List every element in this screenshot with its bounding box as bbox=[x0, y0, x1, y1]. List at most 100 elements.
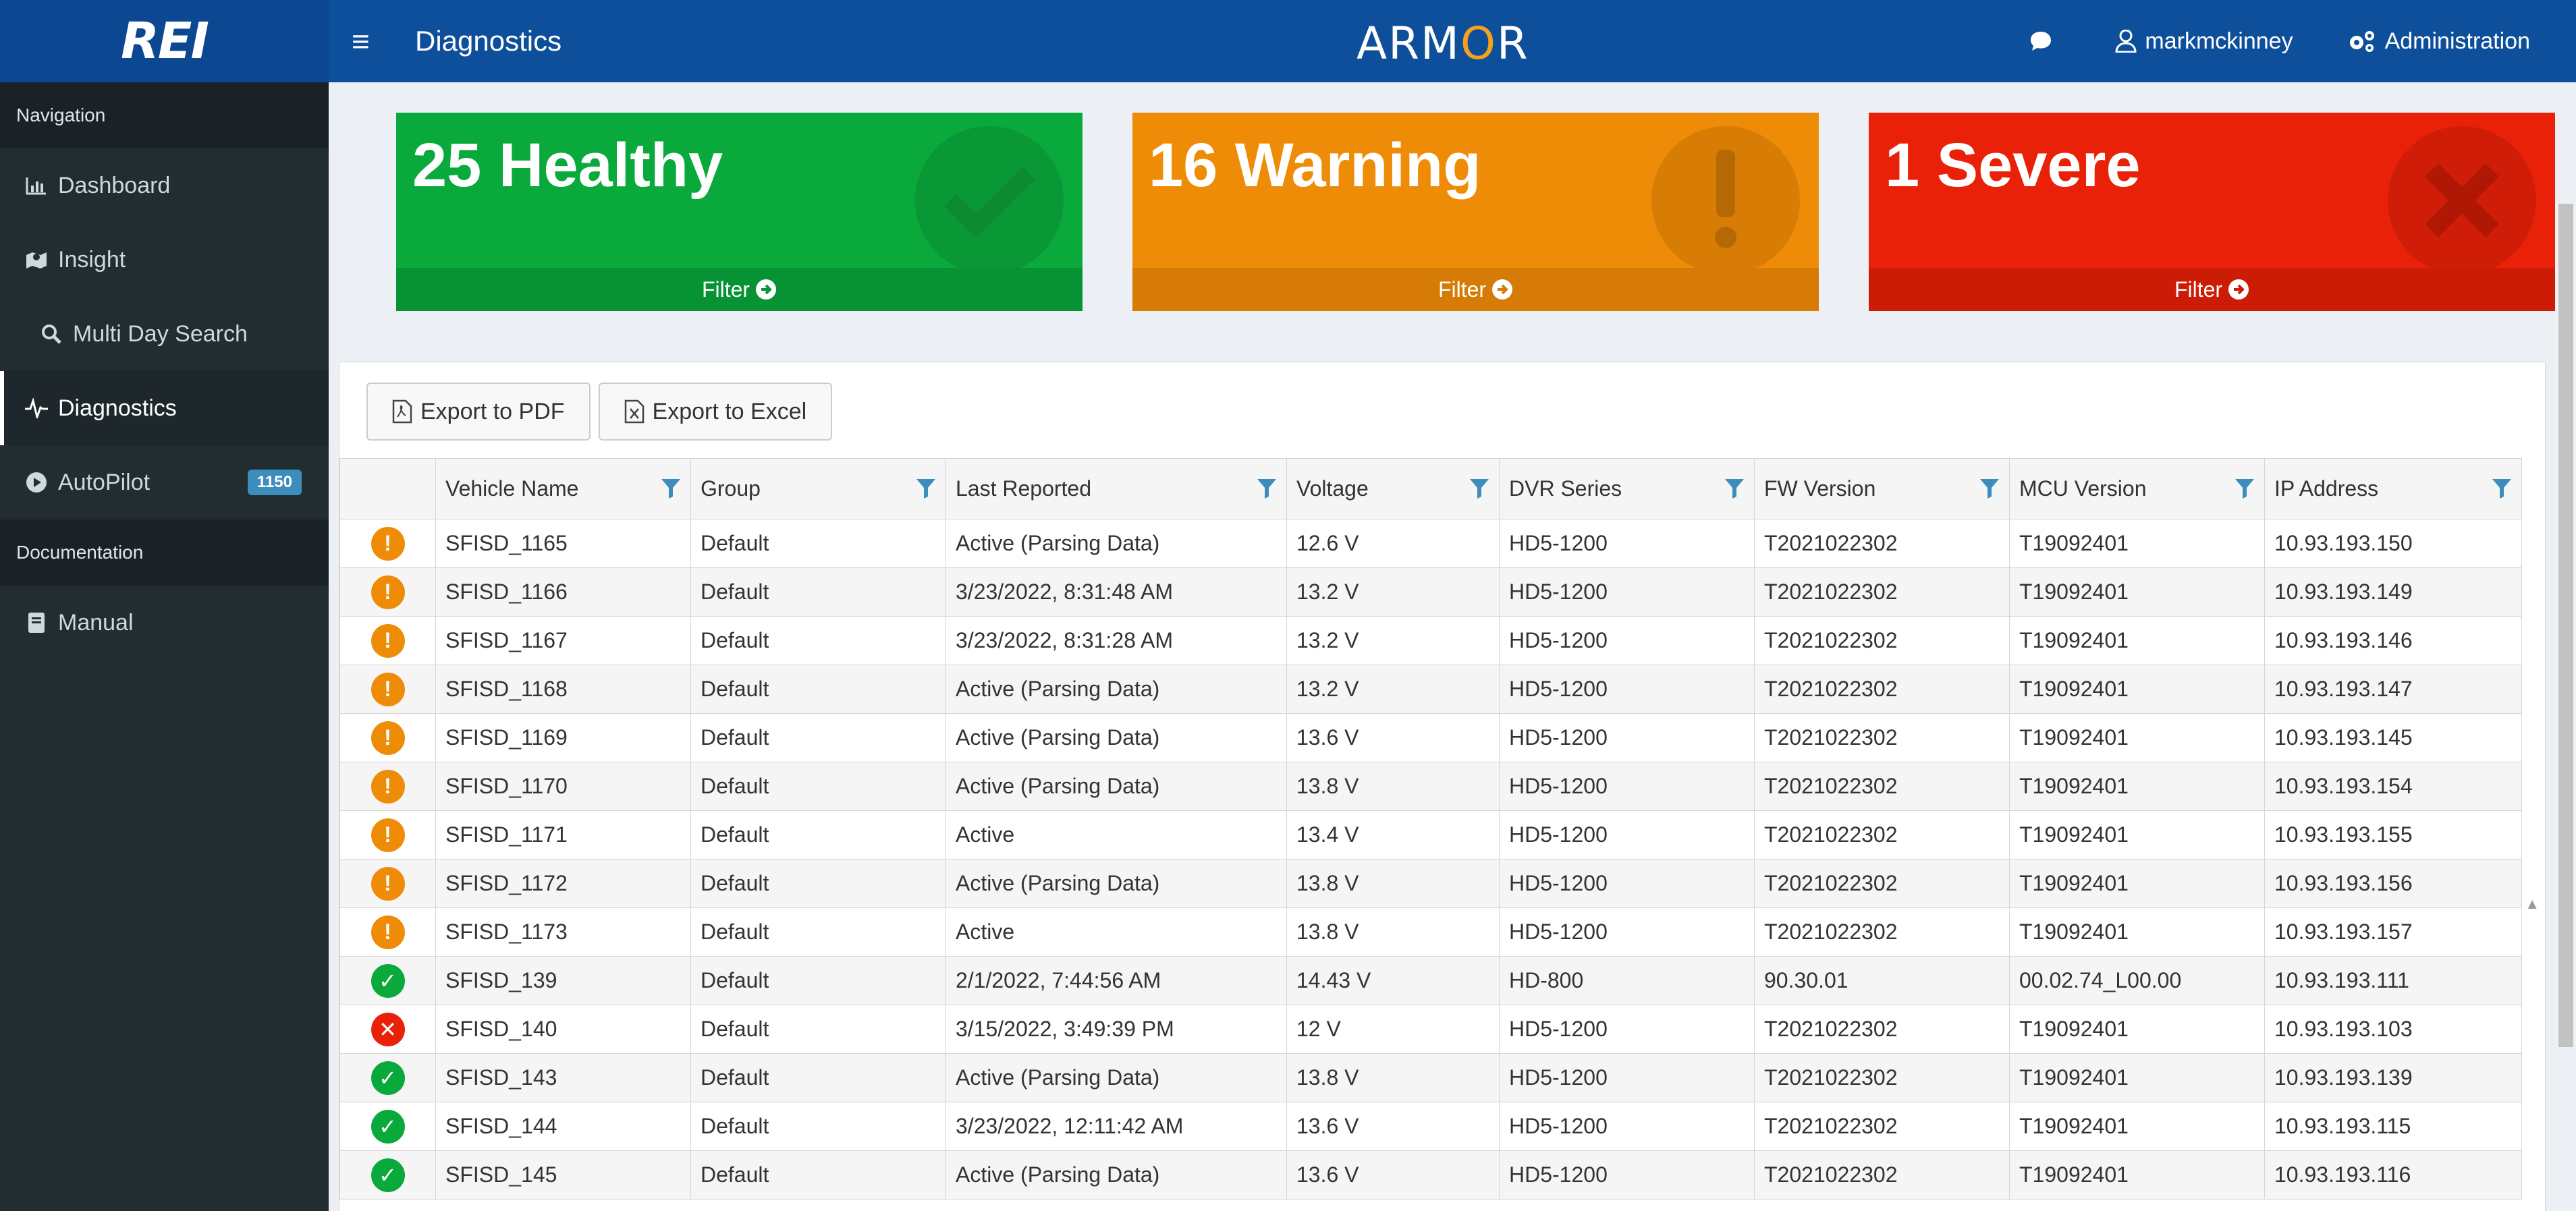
sidebar-item-diagnostics[interactable]: Diagnostics bbox=[0, 371, 329, 445]
table-row[interactable]: ! SFISD_1168 Default Active (Parsing Data) 1… bbox=[339, 665, 2522, 714]
cell-group: Default bbox=[690, 859, 946, 908]
cell-fw: T2021022302 bbox=[1754, 1005, 2010, 1054]
export-excel-label: Export to Excel bbox=[652, 398, 807, 424]
column-header-dvr-series[interactable]: DVR Series bbox=[1499, 458, 1755, 519]
table-row[interactable]: ✓ SFISD_139 Default 2/1/2022, 7:44:56 AM 14.… bbox=[339, 956, 2522, 1005]
funnel-icon[interactable] bbox=[2235, 478, 2255, 505]
sidebar-item-manual[interactable]: Manual bbox=[0, 586, 329, 660]
column-header-ip-address[interactable]: IP Address bbox=[2264, 458, 2522, 519]
cell-last: Active (Parsing Data) bbox=[946, 1150, 1287, 1200]
cell-ip: 10.93.193.145 bbox=[2264, 713, 2522, 762]
page-title: Diagnostics bbox=[415, 25, 562, 57]
sidebar-item-multi-day-search[interactable]: Multi Day Search bbox=[0, 297, 329, 371]
check-circle-icon: ✓ bbox=[371, 1061, 405, 1095]
funnel-icon[interactable] bbox=[1979, 478, 2000, 505]
funnel-icon[interactable] bbox=[916, 478, 936, 505]
cell-dvr: HD5-1200 bbox=[1499, 1005, 1755, 1054]
table-row[interactable]: ! SFISD_1167 Default 3/23/2022, 8:31:28 AM 1… bbox=[339, 616, 2522, 665]
status-cell: ! bbox=[339, 762, 436, 811]
cell-voltage: 13.2 V bbox=[1286, 616, 1500, 665]
export-pdf-button[interactable]: Export to PDF bbox=[366, 383, 591, 441]
cell-mcu: 00.02.74_L00.00 bbox=[2009, 956, 2265, 1005]
table-row[interactable]: ! SFISD_1170 Default Active (Parsing Data) 1… bbox=[339, 762, 2522, 811]
logo[interactable]: REI bbox=[0, 0, 329, 82]
table-row[interactable]: ! SFISD_1166 Default 3/23/2022, 8:31:48 AM 1… bbox=[339, 567, 2522, 617]
table-row[interactable]: ! SFISD_1172 Default Active (Parsing Data) 1… bbox=[339, 859, 2522, 908]
cell-last: Active (Parsing Data) bbox=[946, 665, 1287, 714]
cell-ip: 10.93.193.115 bbox=[2264, 1102, 2522, 1151]
page-scrollbar[interactable] bbox=[2556, 204, 2576, 1047]
scroll-up-icon[interactable]: ▲ bbox=[2525, 895, 2540, 913]
sidebar-item-label: Dashboard bbox=[58, 172, 171, 198]
funnel-icon[interactable] bbox=[2492, 478, 2512, 505]
table-row[interactable]: ! SFISD_1169 Default Active (Parsing Data) 1… bbox=[339, 713, 2522, 762]
sidebar: Navigation Dashboard Insight Multi Day S… bbox=[0, 82, 329, 1211]
administration-menu[interactable]: Administration bbox=[2347, 28, 2530, 55]
column-header-last-reported[interactable]: Last Reported bbox=[946, 458, 1287, 519]
sidebar-item-label: AutoPilot bbox=[58, 469, 150, 495]
healthy-card: 25 Healthy Filter bbox=[396, 113, 1083, 311]
funnel-icon[interactable] bbox=[1469, 478, 1489, 505]
column-header-fw-version[interactable]: FW Version bbox=[1754, 458, 2010, 519]
column-header-vehicle-name[interactable]: Vehicle Name bbox=[435, 458, 691, 519]
cell-vehicle: SFISD_145 bbox=[435, 1150, 691, 1200]
user-menu[interactable]: markmckinney bbox=[2115, 28, 2293, 55]
cell-vehicle: SFISD_1173 bbox=[435, 907, 691, 957]
cell-group: Default bbox=[690, 616, 946, 665]
table-row[interactable]: ! SFISD_1165 Default Active (Parsing Data) 1… bbox=[339, 519, 2522, 568]
table-row[interactable]: ✓ SFISD_144 Default 3/23/2022, 12:11:42 AM 1… bbox=[339, 1102, 2522, 1151]
scrollbar-thumb[interactable] bbox=[2558, 204, 2573, 1047]
table-row[interactable]: ✓ SFISD_145 Default Active (Parsing Data) 13… bbox=[339, 1150, 2522, 1200]
cell-mcu: T19092401 bbox=[2009, 859, 2265, 908]
sidebar-item-insight[interactable]: Insight bbox=[0, 223, 329, 297]
table-row[interactable]: ✕ SFISD_140 Default 3/15/2022, 3:49:39 PM 12… bbox=[339, 1005, 2522, 1054]
logo-text: REI bbox=[120, 12, 209, 70]
exclamation-circle-icon: ! bbox=[371, 526, 405, 561]
sidebar-item-dashboard[interactable]: Dashboard bbox=[0, 148, 329, 223]
table-row[interactable]: ! SFISD_1171 Default Active 13.4 V HD5-1200 T2… bbox=[339, 810, 2522, 860]
severe-filter-button[interactable]: Filter bbox=[1869, 268, 2555, 311]
play-circle-icon bbox=[23, 472, 50, 493]
exclamation-circle-icon: ! bbox=[371, 623, 405, 658]
export-excel-button[interactable]: Export to Excel bbox=[598, 383, 833, 441]
column-header-label: MCU Version bbox=[2019, 476, 2147, 501]
funnel-icon[interactable] bbox=[1724, 478, 1745, 505]
cell-mcu: T19092401 bbox=[2009, 1005, 2265, 1054]
cell-voltage: 14.43 V bbox=[1286, 956, 1500, 1005]
column-header-voltage[interactable]: Voltage bbox=[1286, 458, 1500, 519]
sidebar-item-label: Insight bbox=[58, 246, 126, 273]
cell-vehicle: SFISD_1171 bbox=[435, 810, 691, 860]
status-cell: ✕ bbox=[339, 1005, 436, 1054]
table-row[interactable]: ✓ SFISD_143 Default Active (Parsing Data) 13… bbox=[339, 1053, 2522, 1102]
sidebar-item-label: Manual bbox=[58, 609, 134, 636]
cell-last: 3/23/2022, 12:11:42 AM bbox=[946, 1102, 1287, 1151]
cell-dvr: HD5-1200 bbox=[1499, 762, 1755, 811]
status-cell: ! bbox=[339, 859, 436, 908]
cell-vehicle: SFISD_1166 bbox=[435, 567, 691, 617]
hamburger-menu-icon[interactable]: ≡ bbox=[352, 23, 381, 59]
cell-voltage: 12.6 V bbox=[1286, 519, 1500, 568]
cell-fw: T2021022302 bbox=[1754, 616, 2010, 665]
funnel-icon[interactable] bbox=[661, 478, 681, 505]
cell-dvr: HD-800 bbox=[1499, 956, 1755, 1005]
column-header-group[interactable]: Group bbox=[690, 458, 946, 519]
column-header-mcu-version[interactable]: MCU Version bbox=[2009, 458, 2265, 519]
column-header-label: Last Reported bbox=[956, 476, 1092, 501]
chat-button[interactable] bbox=[2029, 30, 2061, 53]
filter-label: Filter bbox=[1437, 277, 1487, 302]
cell-ip: 10.93.193.111 bbox=[2264, 956, 2522, 1005]
exclamation-circle-icon: ! bbox=[371, 575, 405, 609]
table-row[interactable]: ! SFISD_1173 Default Active 13.8 V HD5-1200 T2… bbox=[339, 907, 2522, 957]
cell-last: 3/23/2022, 8:31:48 AM bbox=[946, 567, 1287, 617]
cell-fw: T2021022302 bbox=[1754, 713, 2010, 762]
cell-fw: T2021022302 bbox=[1754, 907, 2010, 957]
warning-filter-button[interactable]: Filter bbox=[1132, 268, 1819, 311]
cell-ip: 10.93.193.154 bbox=[2264, 762, 2522, 811]
healthy-filter-button[interactable]: Filter bbox=[396, 268, 1083, 311]
funnel-icon[interactable] bbox=[1257, 478, 1277, 505]
cell-group: Default bbox=[690, 665, 946, 714]
sidebar-item-autopilot[interactable]: AutoPilot 1150 bbox=[0, 445, 329, 519]
exclamation-circle-icon: ! bbox=[371, 672, 405, 706]
status-column-header bbox=[339, 458, 436, 519]
cell-group: Default bbox=[690, 519, 946, 568]
